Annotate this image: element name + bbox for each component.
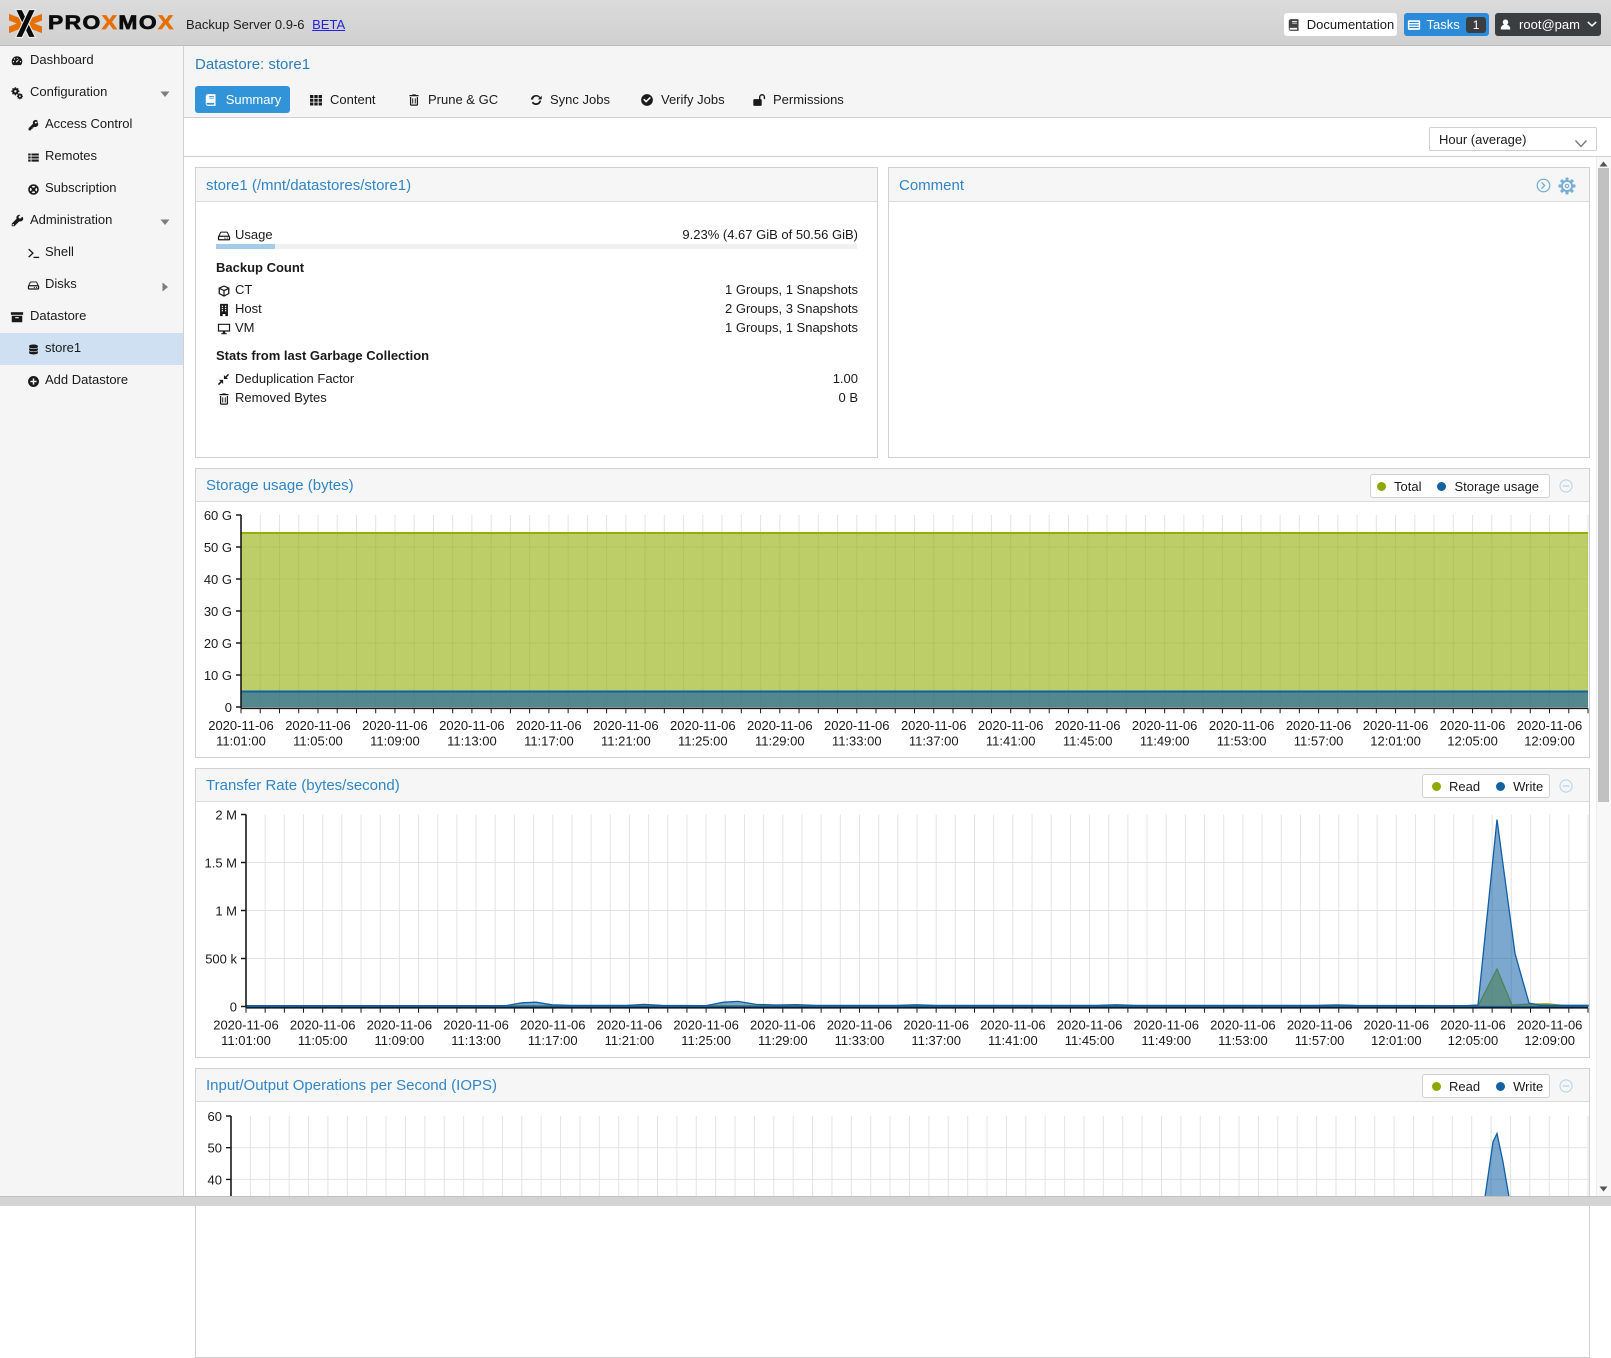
svg-text:500 k: 500 k: [205, 952, 237, 967]
svg-text:2020-11-06: 2020-11-06: [362, 718, 428, 733]
svg-text:2020-11-06: 2020-11-06: [1132, 718, 1198, 733]
svg-text:11:33:00: 11:33:00: [832, 734, 882, 749]
svg-text:2020-11-06: 2020-11-06: [1363, 718, 1429, 733]
svg-text:11:45:00: 11:45:00: [1065, 1033, 1115, 1048]
svg-text:2020-11-06: 2020-11-06: [903, 1018, 969, 1033]
svg-text:11:17:00: 11:17:00: [528, 1033, 578, 1048]
svg-text:2020-11-06: 2020-11-06: [439, 718, 505, 733]
svg-text:2020-11-06: 2020-11-06: [1133, 1018, 1199, 1033]
svg-text:12:05:00: 12:05:00: [1448, 1033, 1499, 1048]
svg-text:2020-11-06: 2020-11-06: [285, 718, 351, 733]
svg-text:11:41:00: 11:41:00: [986, 734, 1036, 749]
svg-text:11:13:00: 11:13:00: [447, 734, 497, 749]
svg-text:12:05:00: 12:05:00: [1447, 734, 1498, 749]
svg-text:12:01:00: 12:01:00: [1370, 734, 1421, 749]
svg-text:2020-11-06: 2020-11-06: [290, 1018, 356, 1033]
svg-text:12:09:00: 12:09:00: [1524, 734, 1575, 749]
svg-text:11:09:00: 11:09:00: [370, 734, 420, 749]
svg-text:11:57:00: 11:57:00: [1294, 734, 1344, 749]
svg-text:11:09:00: 11:09:00: [375, 1033, 425, 1048]
svg-text:40: 40: [208, 1172, 222, 1187]
svg-text:11:33:00: 11:33:00: [835, 1033, 885, 1048]
svg-text:11:45:00: 11:45:00: [1063, 734, 1113, 749]
svg-text:2020-11-06: 2020-11-06: [1286, 718, 1352, 733]
svg-text:2020-11-06: 2020-11-06: [208, 718, 274, 733]
svg-text:12:09:00: 12:09:00: [1524, 1033, 1575, 1048]
svg-text:11:13:00: 11:13:00: [451, 1033, 501, 1048]
svg-text:12:01:00: 12:01:00: [1371, 1033, 1422, 1048]
svg-text:11:25:00: 11:25:00: [678, 734, 728, 749]
svg-text:2020-11-06: 2020-11-06: [670, 718, 736, 733]
svg-text:11:37:00: 11:37:00: [911, 1033, 961, 1048]
svg-text:2020-11-06: 2020-11-06: [1364, 1018, 1430, 1033]
svg-text:11:41:00: 11:41:00: [988, 1033, 1038, 1048]
svg-text:20 G: 20 G: [204, 636, 232, 651]
svg-text:11:17:00: 11:17:00: [524, 734, 574, 749]
svg-text:2020-11-06: 2020-11-06: [747, 718, 813, 733]
svg-text:1 M: 1 M: [215, 904, 237, 919]
svg-text:11:29:00: 11:29:00: [755, 734, 805, 749]
svg-text:2020-11-06: 2020-11-06: [213, 1018, 279, 1033]
svg-text:11:53:00: 11:53:00: [1218, 1033, 1268, 1048]
svg-text:11:21:00: 11:21:00: [601, 734, 651, 749]
svg-text:2 M: 2 M: [215, 808, 237, 823]
svg-text:11:25:00: 11:25:00: [681, 1033, 731, 1048]
svg-text:0: 0: [225, 700, 232, 715]
svg-text:2020-11-06: 2020-11-06: [824, 718, 890, 733]
svg-text:2020-11-06: 2020-11-06: [1287, 1018, 1353, 1033]
svg-text:11:29:00: 11:29:00: [758, 1033, 808, 1048]
svg-text:11:57:00: 11:57:00: [1295, 1033, 1345, 1048]
svg-text:60 G: 60 G: [204, 508, 232, 523]
svg-text:2020-11-06: 2020-11-06: [1517, 718, 1583, 733]
svg-text:40 G: 40 G: [204, 572, 232, 587]
svg-text:11:37:00: 11:37:00: [909, 734, 959, 749]
svg-text:2020-11-06: 2020-11-06: [593, 718, 659, 733]
svg-text:11:01:00: 11:01:00: [221, 1033, 271, 1048]
svg-text:2020-11-06: 2020-11-06: [520, 1018, 586, 1033]
svg-text:50: 50: [208, 1141, 222, 1156]
svg-text:1.5 M: 1.5 M: [204, 856, 237, 871]
svg-text:2020-11-06: 2020-11-06: [901, 718, 967, 733]
svg-text:2020-11-06: 2020-11-06: [1440, 718, 1506, 733]
svg-text:11:53:00: 11:53:00: [1217, 734, 1267, 749]
svg-text:2020-11-06: 2020-11-06: [597, 1018, 663, 1033]
svg-text:11:49:00: 11:49:00: [1140, 734, 1190, 749]
svg-text:11:05:00: 11:05:00: [298, 1033, 348, 1048]
svg-text:2020-11-06: 2020-11-06: [443, 1018, 509, 1033]
svg-text:2020-11-06: 2020-11-06: [1440, 1018, 1506, 1033]
svg-text:10 G: 10 G: [204, 668, 232, 683]
svg-text:2020-11-06: 2020-11-06: [1517, 1018, 1583, 1033]
svg-text:2020-11-06: 2020-11-06: [367, 1018, 433, 1033]
svg-text:11:05:00: 11:05:00: [293, 734, 343, 749]
svg-text:2020-11-06: 2020-11-06: [1055, 718, 1121, 733]
svg-text:2020-11-06: 2020-11-06: [978, 718, 1044, 733]
svg-text:2020-11-06: 2020-11-06: [750, 1018, 816, 1033]
svg-text:30 G: 30 G: [204, 604, 232, 619]
svg-text:2020-11-06: 2020-11-06: [1210, 1018, 1276, 1033]
svg-text:0: 0: [230, 1000, 237, 1015]
svg-text:11:01:00: 11:01:00: [216, 734, 266, 749]
svg-text:11:21:00: 11:21:00: [605, 1033, 655, 1048]
svg-text:2020-11-06: 2020-11-06: [673, 1018, 739, 1033]
svg-text:2020-11-06: 2020-11-06: [516, 718, 582, 733]
svg-text:2020-11-06: 2020-11-06: [827, 1018, 893, 1033]
svg-text:11:49:00: 11:49:00: [1141, 1033, 1191, 1048]
svg-text:2020-11-06: 2020-11-06: [1057, 1018, 1123, 1033]
svg-text:2020-11-06: 2020-11-06: [980, 1018, 1046, 1033]
svg-text:50 G: 50 G: [204, 540, 232, 555]
svg-text:2020-11-06: 2020-11-06: [1209, 718, 1275, 733]
svg-text:60: 60: [208, 1109, 222, 1124]
